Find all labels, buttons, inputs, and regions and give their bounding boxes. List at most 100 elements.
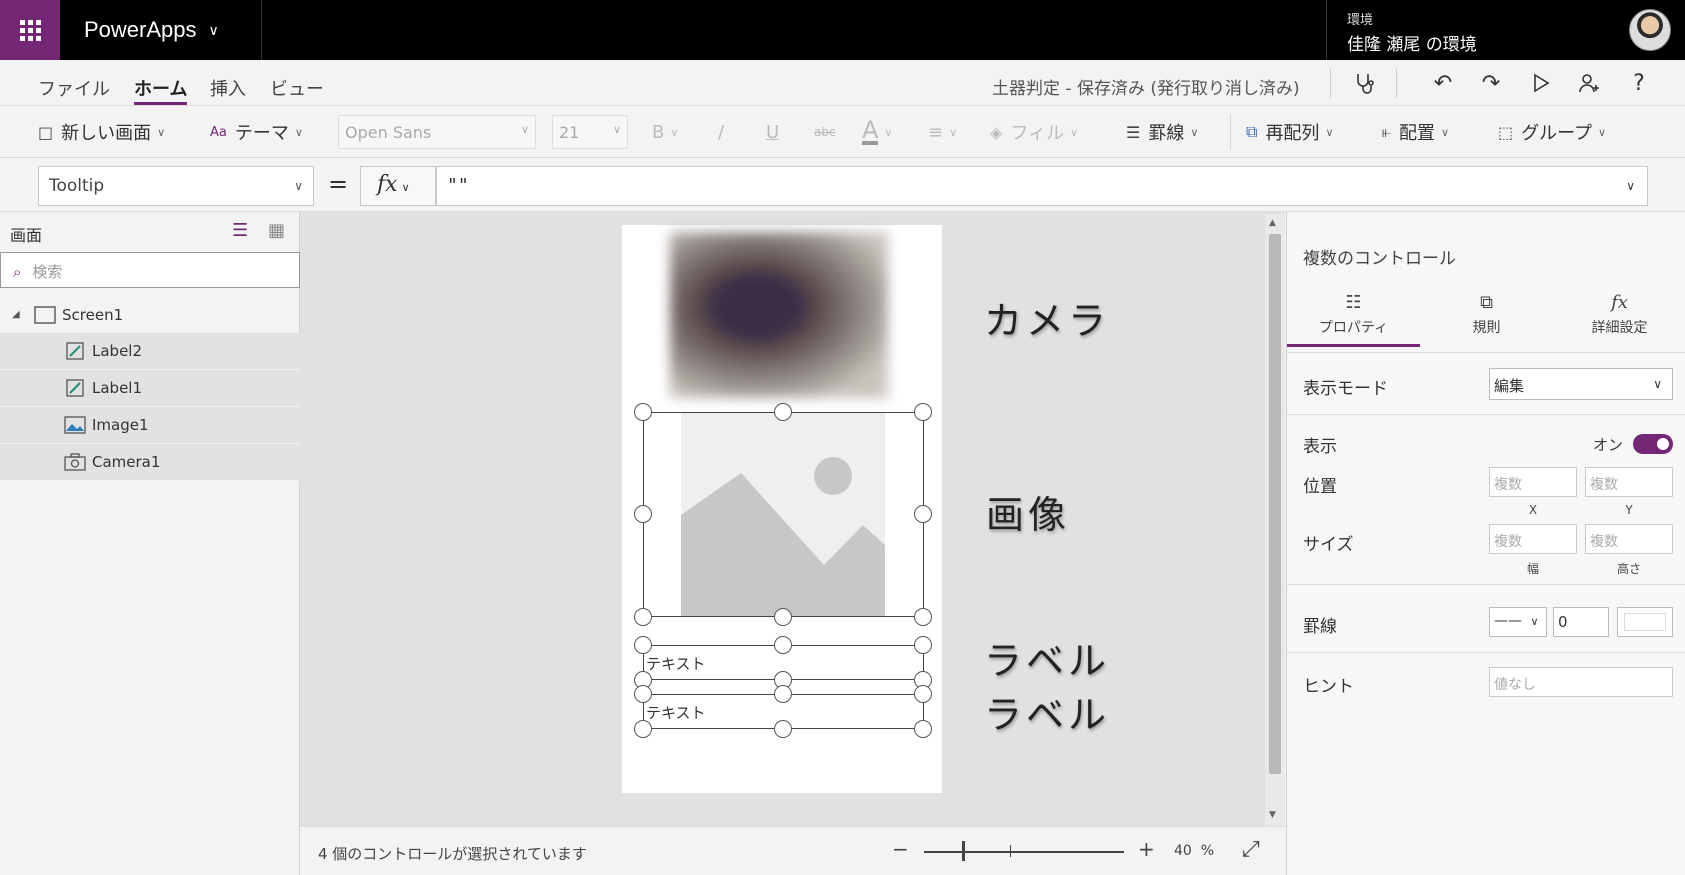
resize-handle[interactable] [914,505,932,523]
border-style-select[interactable]: —— ∨ [1489,607,1547,637]
formula-input[interactable]: "" ∨ [436,166,1648,206]
resize-handle[interactable] [774,720,792,738]
share-user-icon[interactable] [1574,68,1604,98]
new-screen-button[interactable]: □ 新しい画面 ∨ [38,118,165,146]
group-button[interactable]: ⬚ グループ ∨ [1498,118,1606,146]
app-name: PowerApps [84,17,197,42]
tab-label: 規則 [1472,320,1501,336]
chevron-down-icon: ∨ [1190,125,1199,139]
size-width-input[interactable]: 複数 [1489,524,1577,554]
resize-handle[interactable] [914,608,932,626]
border-thickness-input[interactable]: 0 [1553,607,1609,637]
app-name-menu[interactable]: PowerApps ∨ [60,0,262,60]
tree-item-screen1[interactable]: ◢ Screen1 [0,296,300,333]
expand-formula-icon[interactable]: ∨ [1626,179,1635,193]
font-family-select[interactable]: Open Sans ∨ [338,115,536,149]
waffle-icon [19,19,41,41]
resize-handle[interactable] [634,685,652,703]
font-size-select[interactable]: 21 ∨ [552,115,628,149]
help-icon[interactable]: ? [1624,68,1654,98]
theme-button[interactable]: Aa テーマ ∨ [210,118,303,146]
zoom-slider-tick [1010,845,1011,857]
align-button[interactable]: ⫦ 配置 ∨ [1382,118,1449,146]
resize-handle[interactable] [914,403,932,421]
canvas-vertical-scrollbar[interactable]: ▲ ▼ [1265,214,1285,826]
camera-control-preview[interactable] [670,232,888,398]
function-button[interactable]: fx ∨ [360,166,436,206]
position-x-input[interactable]: 複数 [1489,467,1577,497]
preview-play-icon[interactable] [1526,68,1556,98]
rules-icon: ⧉ [1480,292,1493,313]
tree-item-camera1[interactable]: Camera1 [0,444,300,481]
scroll-down-icon[interactable]: ▼ [1269,810,1276,820]
tree-list-view-icon[interactable]: ☰ [232,220,248,241]
tree-item-label2[interactable]: Label2 [0,333,300,370]
strikethrough-button[interactable]: abc [814,118,836,146]
formula-value: "" [447,175,469,196]
search-placeholder: 検索 [32,263,63,281]
tab-view[interactable]: ビュー [270,75,324,101]
tab-home[interactable]: ホーム [134,75,188,105]
resize-handle[interactable] [914,720,932,738]
tab-properties[interactable]: ☷ プロパティ [1287,292,1420,347]
app-launcher-button[interactable] [0,0,60,60]
environment-picker[interactable]: 環境 佳隆 瀬尾 の環境 [1326,0,1625,60]
bold-button[interactable]: B ∨ [652,118,678,146]
zoom-slider-track[interactable] [924,851,1124,853]
fit-to-window-icon[interactable]: ⤢ [1242,837,1260,862]
user-avatar[interactable] [1629,9,1671,51]
resize-handle[interactable] [634,608,652,626]
zoom-slider-thumb[interactable] [962,841,965,861]
resize-handle[interactable] [774,636,792,654]
reorder-button[interactable]: ⧉ 再配列 ∨ [1246,118,1334,146]
resize-handle[interactable] [634,403,652,421]
app-checker-icon[interactable] [1350,68,1380,98]
tree-search-input[interactable]: ⌕ 検索 [0,252,300,288]
resize-handle[interactable] [914,685,932,703]
reorder-label: 再配列 [1265,123,1320,144]
size-height-input[interactable]: 複数 [1585,524,1673,554]
properties-panel: 複数のコントロール ☷ プロパティ ⧉ 規則 fx 詳細設定 表示モード 編集 … [1286,212,1685,875]
sliders-icon: ☷ [1345,292,1362,313]
resize-handle[interactable] [774,608,792,626]
resize-handle[interactable] [774,403,792,421]
undo-icon[interactable]: ↶ [1428,68,1458,98]
zoom-in-button[interactable]: + [1138,837,1155,861]
resize-handle[interactable] [634,720,652,738]
border-color-picker[interactable] [1617,607,1673,637]
tab-advanced[interactable]: fx 詳細設定 [1553,292,1685,337]
underline-label: U [766,121,780,143]
scrollbar-thumb[interactable] [1269,234,1281,774]
chevron-down-icon: ∨ [208,21,219,38]
display-mode-select[interactable]: 編集 ∨ [1489,368,1673,400]
annotation-label: ラベル [984,693,1111,737]
tab-insert[interactable]: 挿入 [210,75,246,101]
resize-handle[interactable] [634,505,652,523]
border-button[interactable]: ☰ 罫線 ∨ [1126,118,1198,146]
fx-icon: fx [377,172,398,197]
property-select[interactable]: Tooltip ∨ [38,166,314,206]
resize-handle[interactable] [634,636,652,654]
font-color-button[interactable]: A ∨ [862,118,892,146]
expand-triangle-icon[interactable]: ◢ [12,309,20,320]
resize-handle[interactable] [914,636,932,654]
thumbnail-view-icon[interactable]: ▦ [268,220,285,241]
hint-input[interactable]: 値なし [1489,667,1673,697]
chevron-down-icon: ∨ [1653,377,1662,391]
tree-item-label1[interactable]: Label1 [0,370,300,407]
chevron-down-icon: ∨ [1441,125,1450,139]
text-align-button[interactable]: ≡ ∨ [928,118,957,146]
size-label: サイズ [1303,535,1354,555]
redo-icon[interactable]: ↷ [1476,68,1506,98]
zoom-out-button[interactable]: − [892,837,909,861]
tree-item-image1[interactable]: Image1 [0,407,300,444]
underline-button[interactable]: U [766,118,779,146]
position-y-input[interactable]: 複数 [1585,467,1673,497]
italic-button[interactable]: / [718,118,724,146]
scroll-up-icon[interactable]: ▲ [1269,218,1276,228]
tab-rules[interactable]: ⧉ 規則 [1420,292,1553,337]
fill-button[interactable]: ◈ フィル ∨ [990,118,1078,146]
tab-file[interactable]: ファイル [38,75,110,101]
visible-toggle[interactable] [1633,434,1673,454]
resize-handle[interactable] [774,685,792,703]
